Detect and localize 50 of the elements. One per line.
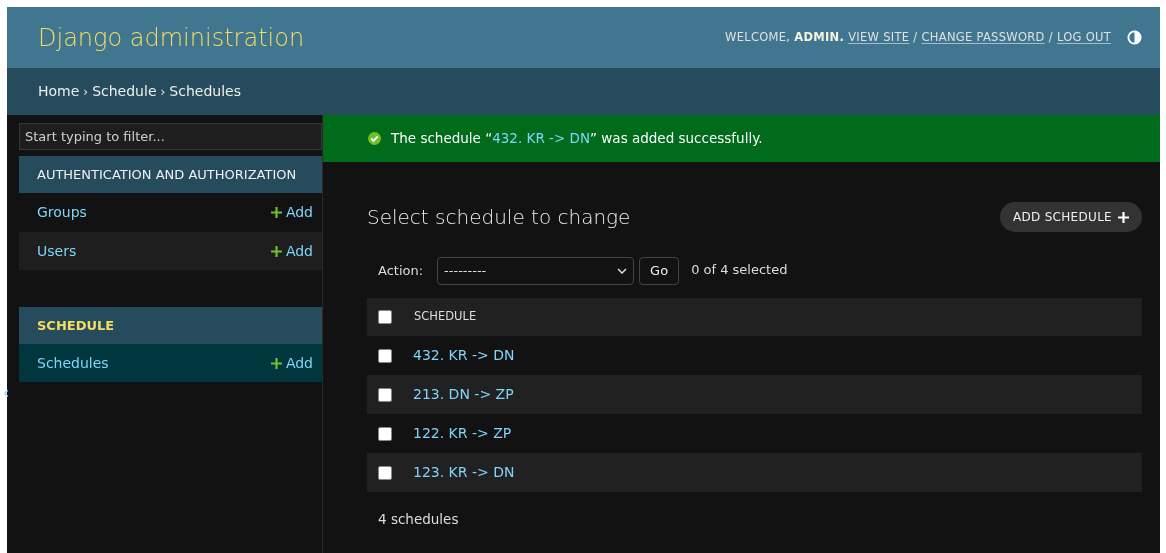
header-link[interactable]: CHANGE PASSWORD [921,28,1045,47]
site-title[interactable]: Django administration [38,19,305,56]
row-link[interactable]: 123. KR -> DN [413,462,515,483]
go-button[interactable]: Go [639,257,680,285]
breadcrumb-link[interactable]: Schedule [92,81,157,102]
plus-icon [270,357,282,369]
plus-icon [270,206,282,218]
header-link[interactable]: VIEW SITE [848,28,910,47]
chevron-down-icon [617,268,628,274]
welcome-text: WELCOME, [725,28,791,46]
selection-counter: 0 of 4 selected [691,260,788,279]
breadcrumb-link[interactable]: Schedules [169,81,241,102]
add-schedule-button[interactable]: ADD SCHEDULE [1000,202,1142,232]
app-heading[interactable]: SCHEDULE [19,307,322,344]
theme-toggle-icon[interactable] [1127,30,1142,45]
result-count: 4 schedules [377,510,460,529]
filter-field[interactable]: Start typing to filter... [19,123,322,150]
row-link[interactable]: 122. KR -> ZP [413,423,512,444]
add-link[interactable]: Add [270,352,313,374]
checkbox[interactable] [378,387,392,402]
breadcrumb-separator: › [83,83,89,101]
page-heading: Select schedule to change [367,204,631,231]
checkbox[interactable] [378,465,392,480]
row-link[interactable]: 213. DN -> ZP [413,384,514,405]
plus-icon [270,245,282,257]
sidebar-row[interactable]: Users Add [19,232,322,271]
schedule-link[interactable]: 432. KR -> DN [492,130,591,147]
check-icon [368,132,381,145]
checkbox[interactable] [378,310,392,324]
row-link[interactable]: 432. KR -> DN [413,345,515,366]
header-link[interactable]: LOG OUT [1056,28,1111,47]
message-text: The schedule “432. KR -> DN” was added successfully. [391,129,763,149]
breadcrumb-separator: › [160,83,166,101]
action-label: Action: [378,262,424,281]
add-link[interactable]: Add [270,240,313,262]
model-link[interactable]: Schedules [37,352,109,374]
sidebar-row[interactable]: Schedules Add [19,344,322,383]
model-link[interactable]: Users [37,240,77,262]
add-link[interactable]: Add [270,201,313,223]
breadcrumb-link[interactable]: Home [38,81,80,102]
model-link[interactable]: Groups [37,201,87,223]
separator: / [913,28,918,46]
checkbox[interactable] [378,426,392,441]
app-heading[interactable]: AUTHENTICATION AND AUTHORIZATION [19,156,322,193]
separator: / [1048,28,1053,46]
column-header[interactable]: SCHEDULE [414,308,477,326]
action-select[interactable]: --------- [437,257,635,285]
checkbox[interactable] [378,348,392,363]
user-name: ADMIN. [794,28,845,46]
plus-icon [1118,211,1129,223]
